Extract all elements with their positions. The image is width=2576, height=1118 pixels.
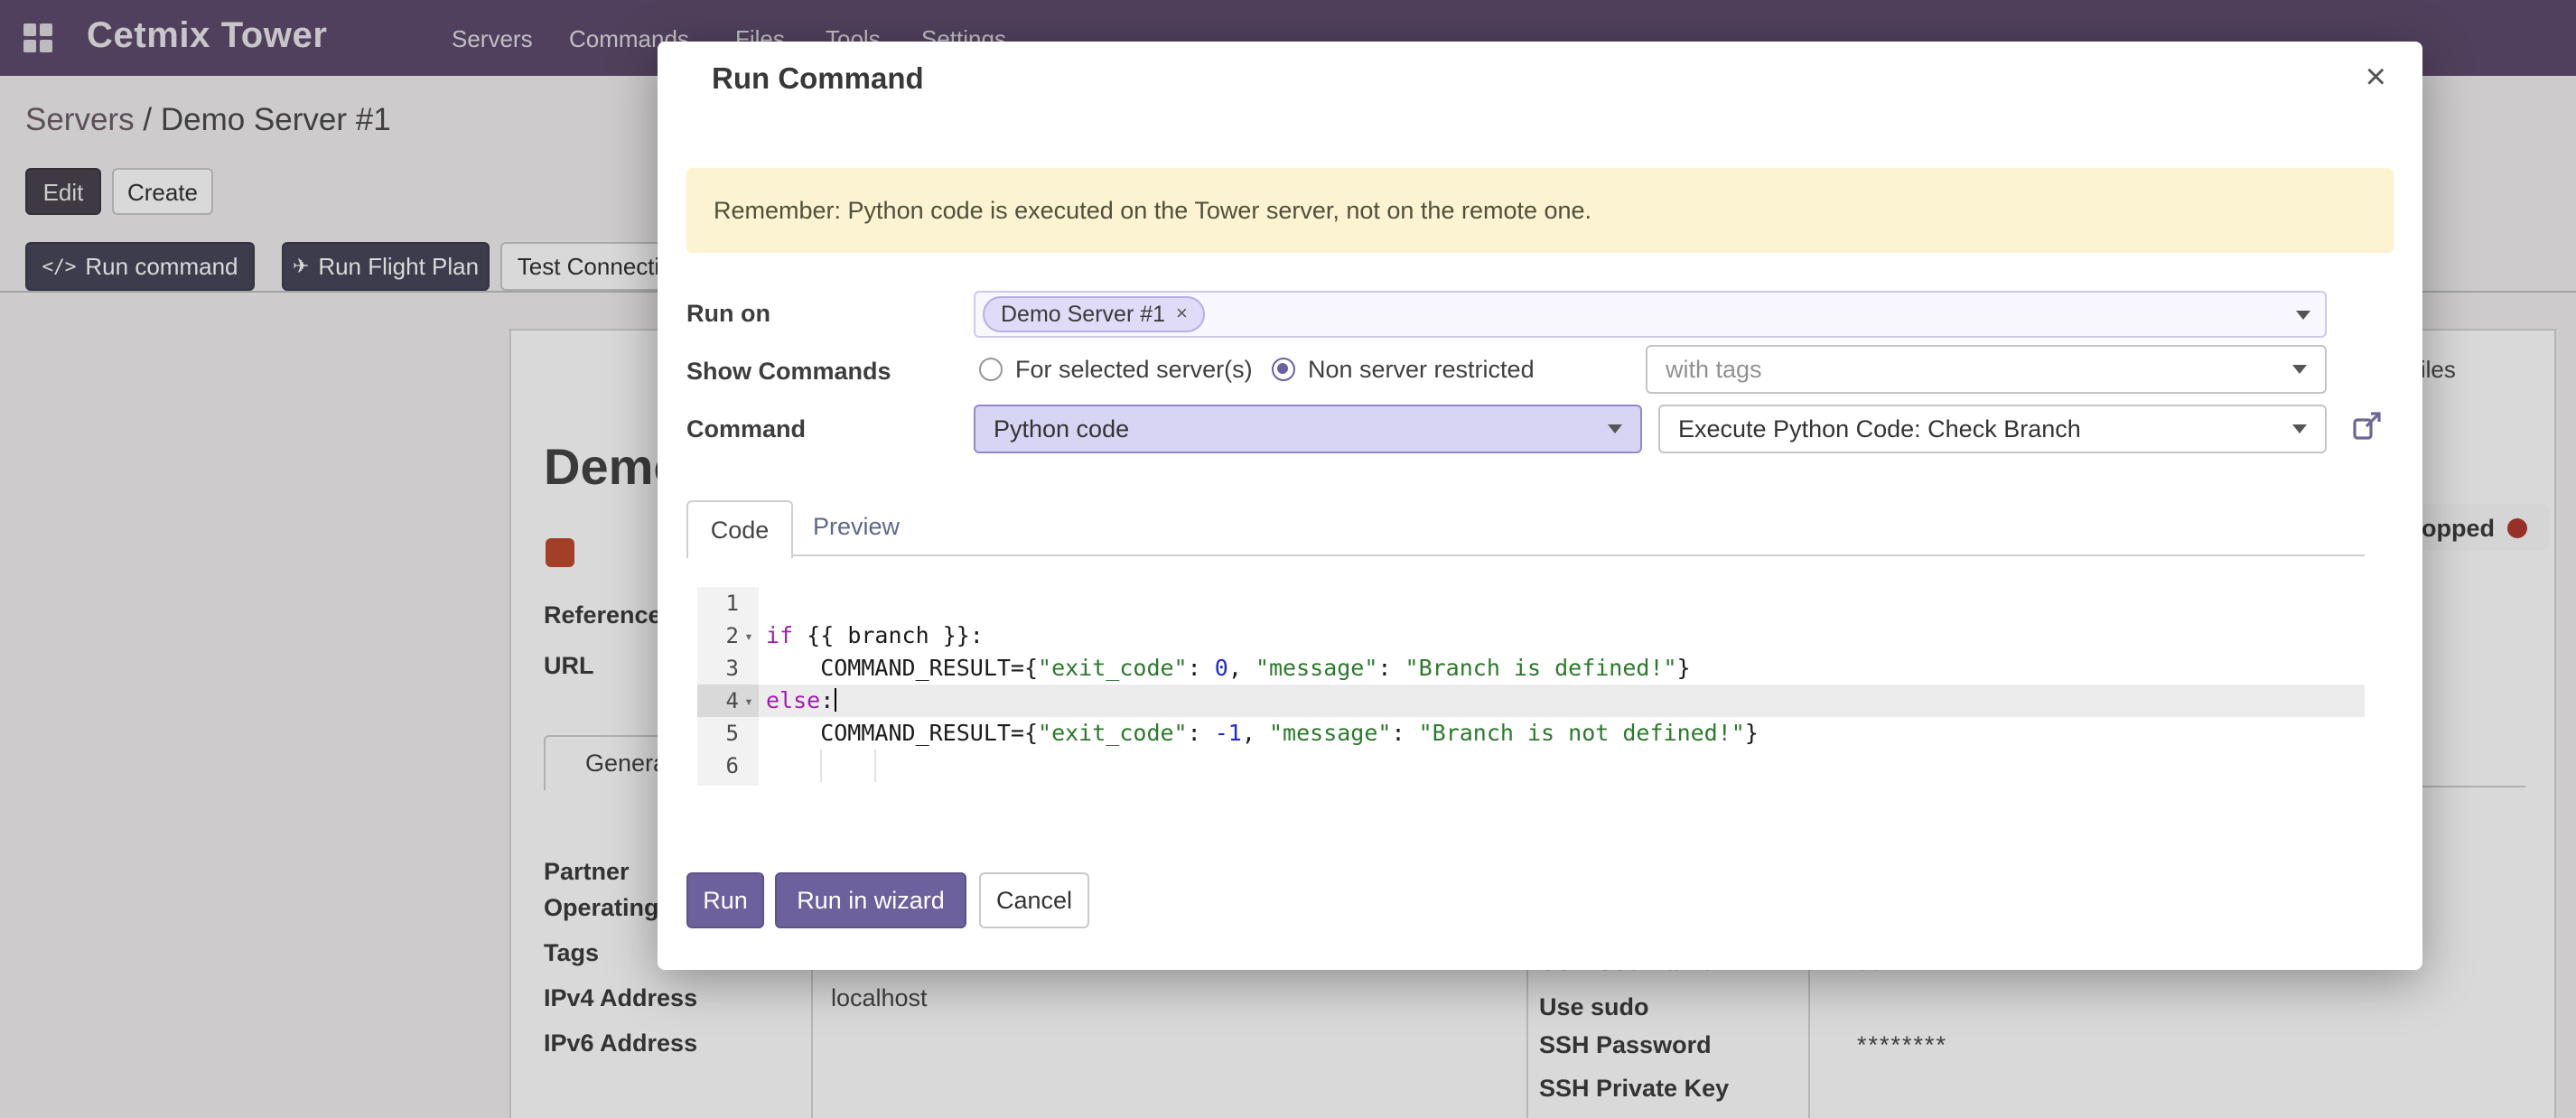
code-token: : xyxy=(820,686,834,713)
tab-code[interactable]: Code xyxy=(686,500,793,558)
cancel-button[interactable]: Cancel xyxy=(979,872,1089,928)
code-token: -1 xyxy=(1215,719,1242,746)
code-token: COMMAND_RESULT={ xyxy=(766,719,1038,746)
code-token: } xyxy=(1745,719,1759,746)
code-token: , xyxy=(1228,654,1255,681)
radio-for-selected-servers[interactable] xyxy=(979,358,1003,381)
code-token: : xyxy=(1188,719,1215,746)
code-token: "message" xyxy=(1269,719,1391,746)
command-type-select[interactable]: Python code xyxy=(974,405,1642,453)
run-on-label: Run on xyxy=(686,300,770,327)
code-token: if xyxy=(766,621,793,648)
radio-non-server-restricted[interactable] xyxy=(1272,358,1295,381)
code-line-3[interactable]: COMMAND_RESULT={"exit_code": 0, "message… xyxy=(759,652,2365,685)
code-token: COMMAND_RESULT={ xyxy=(766,654,1038,681)
editor-code-lines[interactable]: if {{ branch }}: COMMAND_RESULT={"exit_c… xyxy=(759,587,2365,786)
warning-alert-text: Remember: Python code is executed on the… xyxy=(714,197,1591,224)
code-line-4[interactable]: else: xyxy=(759,685,2365,717)
code-token: {{ branch }}: xyxy=(793,621,984,648)
code-token: "Branch is defined!" xyxy=(1405,654,1677,681)
gutter-line-1[interactable]: 1 xyxy=(697,587,759,620)
line-number: 6 xyxy=(726,753,739,778)
command-type-value: Python code xyxy=(994,415,1129,443)
run-command-modal: Run Command × Remember: Python code is e… xyxy=(658,42,2422,970)
gutter-line-6[interactable]: 6 xyxy=(697,750,759,782)
indent-guide xyxy=(874,750,876,782)
show-commands-label: Show Commands xyxy=(686,358,891,385)
code-editor[interactable]: 12▾34▾56 if {{ branch }}: COMMAND_RESULT… xyxy=(697,587,2365,786)
run-button[interactable]: Run xyxy=(686,872,764,928)
code-line-1[interactable] xyxy=(759,587,2365,620)
line-number: 4 xyxy=(726,688,739,713)
server-tag-chip[interactable]: Demo Server #1 × xyxy=(983,296,1206,332)
line-number: 3 xyxy=(726,656,739,681)
chevron-down-icon xyxy=(2292,424,2307,433)
code-line-5[interactable]: COMMAND_RESULT={"exit_code": -1, "messag… xyxy=(759,717,2365,750)
command-label: Command xyxy=(686,415,806,443)
modal-title: Run Command xyxy=(712,63,924,98)
remove-tag-icon[interactable]: × xyxy=(1176,303,1188,325)
code-token: "message" xyxy=(1255,654,1377,681)
text-cursor xyxy=(834,688,836,712)
radio-for-selected-servers-label[interactable]: For selected server(s) xyxy=(1015,356,1253,383)
code-token: "exit_code" xyxy=(1038,719,1188,746)
chevron-down-icon xyxy=(2292,365,2307,374)
code-token: : xyxy=(1377,654,1405,681)
fold-arrow-icon[interactable]: ▾ xyxy=(739,693,759,709)
warning-alert: Remember: Python code is executed on the… xyxy=(686,168,2394,253)
editor-gutter: 12▾34▾56 xyxy=(697,587,759,786)
tabs-border xyxy=(686,554,2365,556)
fold-arrow-icon[interactable]: ▾ xyxy=(739,628,759,644)
code-token: : xyxy=(1188,654,1215,681)
chevron-down-icon xyxy=(1608,424,1622,433)
code-line-2[interactable]: if {{ branch }}: xyxy=(759,620,2365,652)
line-number: 1 xyxy=(726,591,739,616)
code-token: "exit_code" xyxy=(1038,654,1188,681)
code-token: "Branch is not defined!" xyxy=(1419,719,1745,746)
run-in-wizard-button[interactable]: Run in wizard xyxy=(775,872,966,928)
gutter-line-3[interactable]: 3 xyxy=(697,652,759,685)
with-tags-placeholder: with tags xyxy=(1666,356,1762,383)
server-tag-label: Demo Server #1 xyxy=(1001,302,1165,327)
close-icon[interactable]: × xyxy=(2366,56,2386,99)
command-select[interactable]: Execute Python Code: Check Branch xyxy=(1658,405,2327,453)
external-link-icon[interactable] xyxy=(2352,410,2383,441)
gutter-line-4[interactable]: 4▾ xyxy=(697,685,759,717)
chevron-down-icon[interactable] xyxy=(2296,310,2310,319)
with-tags-select[interactable]: with tags xyxy=(1646,345,2327,394)
code-token: : xyxy=(1391,719,1418,746)
gutter-line-5[interactable]: 5 xyxy=(697,717,759,750)
app-root: Cetmix Tower Servers Commands Files Tool… xyxy=(0,0,2576,1118)
code-token: 0 xyxy=(1215,654,1228,681)
code-line-6[interactable] xyxy=(759,750,2365,782)
code-token: , xyxy=(1242,719,1269,746)
command-value: Execute Python Code: Check Branch xyxy=(1678,415,2081,443)
code-token: } xyxy=(1677,654,1691,681)
indent-guide xyxy=(820,750,822,782)
gutter-line-2[interactable]: 2▾ xyxy=(697,620,759,652)
line-number: 5 xyxy=(726,721,739,746)
tab-preview[interactable]: Preview xyxy=(813,513,900,540)
code-token: else xyxy=(766,686,820,713)
run-on-field[interactable]: Demo Server #1 × xyxy=(974,291,2327,338)
line-number: 2 xyxy=(726,623,739,648)
radio-non-server-restricted-label[interactable]: Non server restricted xyxy=(1308,356,1535,383)
